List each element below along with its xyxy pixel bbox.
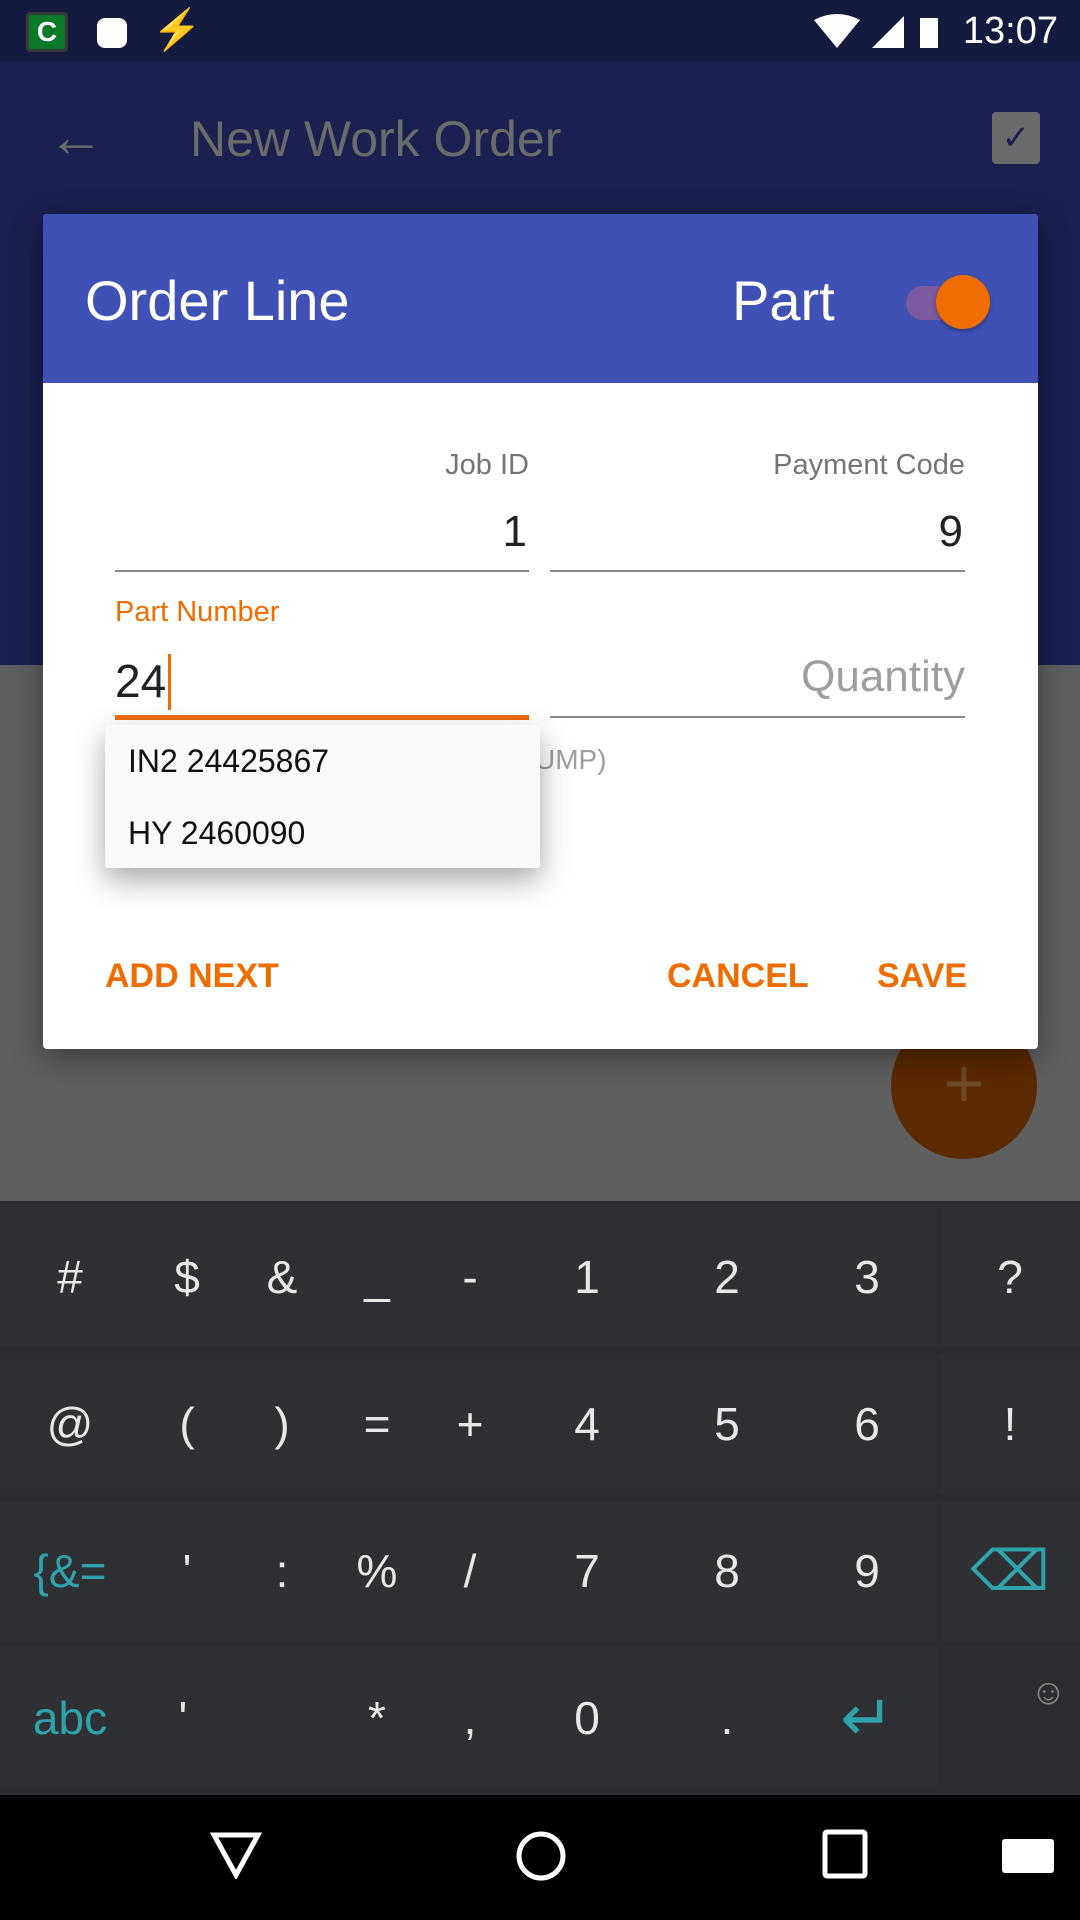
dialog-title: Order Line	[85, 269, 350, 332]
key[interactable]: 7	[517, 1501, 657, 1641]
flash-icon: ⚡	[152, 8, 202, 52]
suggestion-item[interactable]: HY 2460090	[128, 815, 305, 852]
toggle-label: Part	[732, 269, 835, 332]
save-button[interactable]: SAVE	[877, 957, 967, 996]
job-id-label: Job ID	[445, 449, 529, 481]
page-title: New Work Order	[190, 111, 562, 167]
job-id-input[interactable]: 1	[115, 507, 527, 557]
obscured-description-text: UMP)	[535, 744, 607, 775]
dialog-header: Order Line Part	[43, 214, 1038, 383]
key[interactable]: 1	[517, 1207, 657, 1347]
key[interactable]: 4	[517, 1354, 657, 1494]
key[interactable]: 6	[797, 1354, 937, 1494]
wifi-icon	[814, 14, 938, 48]
clipboard-check-icon[interactable]: ✓	[992, 112, 1040, 164]
emoji-icon[interactable]: ☺	[1030, 1671, 1067, 1713]
android-icon	[97, 18, 127, 48]
key[interactable]: 8	[657, 1501, 797, 1641]
key[interactable]: 9	[797, 1501, 937, 1641]
key[interactable]: 3	[797, 1207, 937, 1347]
quantity-input[interactable]: Quantity	[550, 652, 965, 702]
key[interactable]: 2	[657, 1207, 797, 1347]
key[interactable]: ?	[940, 1207, 1080, 1347]
backspace-key[interactable]: ⌫	[940, 1501, 1080, 1641]
status-time: 13:07	[962, 10, 1058, 52]
suggestion-item[interactable]: IN2 24425867	[128, 743, 329, 780]
payment-code-underline	[550, 570, 965, 572]
key[interactable]: .	[657, 1648, 797, 1788]
payment-code-label: Payment Code	[773, 449, 965, 481]
status-bar: C ⚡ 13:07	[0, 0, 1080, 62]
key[interactable]: !	[940, 1354, 1080, 1494]
payment-code-input[interactable]: 9	[550, 507, 963, 557]
enter-key[interactable]: ↵	[797, 1648, 937, 1788]
part-number-underline	[115, 715, 529, 720]
navigation-bar	[0, 1795, 1080, 1920]
part-toggle-thumb[interactable]	[936, 275, 990, 329]
cancel-button[interactable]: CANCEL	[667, 957, 809, 996]
key[interactable]: 0	[517, 1648, 657, 1788]
back-triangle-icon[interactable]	[210, 1831, 262, 1879]
key[interactable]: 5	[657, 1354, 797, 1494]
keyboard: #$&_-123?@()=+456!{&=':%/789⌫abc"*,0.↵☺	[0, 1201, 1080, 1795]
home-circle-icon[interactable]	[514, 1829, 568, 1883]
add-next-button[interactable]: ADD NEXT	[105, 957, 279, 996]
app-c-icon: C	[26, 12, 68, 52]
part-number-label: Part Number	[115, 596, 280, 628]
keyboard-switch-icon[interactable]	[1002, 1839, 1054, 1873]
order-line-dialog: Order Line Part Job ID 1 Payment Code 9 …	[43, 214, 1038, 1049]
battery-charging-icon	[920, 18, 938, 48]
signal-icon	[872, 16, 904, 48]
quantity-underline	[550, 716, 965, 718]
autocomplete-dropdown: IN2 24425867 HY 2460090	[105, 725, 540, 868]
part-number-input[interactable]: 24	[115, 654, 172, 710]
recents-square-icon[interactable]	[822, 1829, 868, 1881]
arrow-left-icon[interactable]: ←	[48, 104, 104, 169]
job-id-underline	[115, 570, 529, 572]
